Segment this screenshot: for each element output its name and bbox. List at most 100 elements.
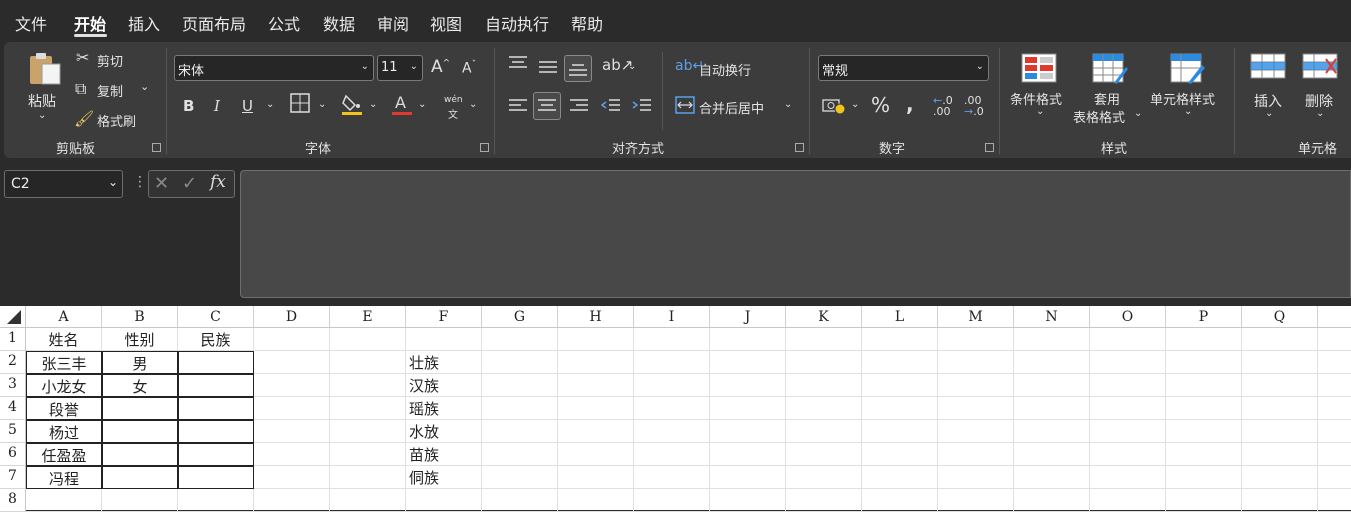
cell[interactable] <box>710 443 786 466</box>
menu-data[interactable]: 数据 <box>323 11 355 35</box>
column-header[interactable]: E <box>330 306 406 328</box>
cell[interactable] <box>330 328 406 351</box>
cell[interactable] <box>786 397 862 420</box>
cell[interactable] <box>482 374 558 397</box>
menu-view[interactable]: 视图 <box>430 11 462 35</box>
column-header[interactable]: H <box>558 306 634 328</box>
cell[interactable] <box>178 397 254 420</box>
cell[interactable]: 杨过 <box>26 420 102 443</box>
cell[interactable] <box>1242 351 1318 374</box>
cell[interactable] <box>1090 443 1166 466</box>
cell[interactable] <box>254 443 330 466</box>
menu-home[interactable]: 开始 <box>74 11 106 35</box>
cell[interactable] <box>1014 466 1090 489</box>
cell[interactable] <box>254 420 330 443</box>
bold-icon[interactable]: B <box>183 97 194 115</box>
cell[interactable] <box>862 397 938 420</box>
cell[interactable] <box>862 420 938 443</box>
column-header[interactable]: A <box>26 306 102 328</box>
cell[interactable]: 男 <box>102 351 178 374</box>
column-header[interactable]: Q <box>1242 306 1318 328</box>
insert-chevron-icon[interactable]: ⌄ <box>1265 108 1273 119</box>
cell[interactable]: 任盈盈 <box>26 443 102 466</box>
cell[interactable] <box>1014 374 1090 397</box>
cell[interactable] <box>1014 397 1090 420</box>
cell[interactable] <box>482 397 558 420</box>
cell[interactable]: 女 <box>102 374 178 397</box>
cell[interactable] <box>1242 489 1318 512</box>
cell[interactable] <box>1090 351 1166 374</box>
align-middle-icon[interactable] <box>538 60 558 80</box>
currency-icon[interactable] <box>822 97 846 119</box>
cell[interactable] <box>482 466 558 489</box>
column-header[interactable]: P <box>1166 306 1242 328</box>
wrap-text-button[interactable]: 自动换行 <box>699 60 751 79</box>
cell[interactable] <box>330 443 406 466</box>
cell[interactable] <box>1166 374 1242 397</box>
copy-chevron-icon[interactable]: ⌄ <box>140 80 149 93</box>
cell[interactable]: 侗族 <box>406 466 482 489</box>
cell[interactable] <box>254 328 330 351</box>
cell[interactable] <box>1166 397 1242 420</box>
cell[interactable] <box>558 420 634 443</box>
cell[interactable] <box>178 374 254 397</box>
cell-styles-button[interactable]: 单元格样式 <box>1150 89 1215 108</box>
column-header[interactable]: O <box>1090 306 1166 328</box>
phonetic-guide-icon[interactable]: wén <box>444 95 463 105</box>
cell[interactable] <box>938 351 1014 374</box>
cell-styles-icon[interactable] <box>1170 53 1206 89</box>
cell[interactable] <box>634 443 710 466</box>
clipboard-launcher-icon[interactable] <box>152 143 161 152</box>
merge-center-icon[interactable] <box>675 96 695 118</box>
cell[interactable] <box>330 397 406 420</box>
more-options-icon[interactable]: ⋮ <box>133 174 147 190</box>
menu-help[interactable]: 帮助 <box>571 11 603 35</box>
font-size-select[interactable]: 11 ⌄ <box>377 55 423 81</box>
cell[interactable] <box>330 420 406 443</box>
font-color-icon[interactable]: A <box>391 92 413 120</box>
cell[interactable] <box>786 466 862 489</box>
column-header[interactable]: J <box>710 306 786 328</box>
format-as-table-icon[interactable] <box>1092 53 1128 89</box>
cell[interactable]: 张三丰 <box>26 351 102 374</box>
cell[interactable] <box>1090 397 1166 420</box>
currency-chevron-icon[interactable]: ⌄ <box>851 99 859 110</box>
cell[interactable] <box>710 466 786 489</box>
cell[interactable] <box>862 374 938 397</box>
cell[interactable] <box>1242 397 1318 420</box>
cell[interactable] <box>862 466 938 489</box>
cell[interactable]: 水放 <box>406 420 482 443</box>
cell[interactable] <box>710 489 786 512</box>
cell[interactable] <box>938 443 1014 466</box>
format-painter-icon[interactable]: 🖌 <box>74 109 94 128</box>
cell[interactable] <box>634 466 710 489</box>
cell[interactable] <box>482 420 558 443</box>
increase-decimal-icon[interactable]: ←.0.00 <box>933 95 953 117</box>
cell[interactable] <box>26 489 102 512</box>
cell[interactable]: 瑶族 <box>406 397 482 420</box>
cell[interactable] <box>786 443 862 466</box>
cell[interactable] <box>1090 374 1166 397</box>
format-as-table-button[interactable]: 表格格式 <box>1073 107 1125 126</box>
decrease-indent-icon[interactable] <box>600 98 621 118</box>
cell[interactable] <box>1166 328 1242 351</box>
cell-styles-chevron-icon[interactable]: ⌄ <box>1184 106 1192 117</box>
cell[interactable] <box>634 374 710 397</box>
format-painter-button[interactable]: 格式刷 <box>97 111 136 130</box>
cell[interactable] <box>558 466 634 489</box>
cell[interactable] <box>482 328 558 351</box>
cell[interactable] <box>330 489 406 512</box>
row-header[interactable]: 1 <box>0 328 26 351</box>
paste-chevron-icon[interactable]: ⌄ <box>38 110 46 121</box>
number-format-select[interactable]: 常规 ⌄ <box>818 55 989 81</box>
copy-icon[interactable]: ⧉ <box>75 79 86 99</box>
column-header[interactable]: C <box>178 306 254 328</box>
cell[interactable] <box>786 374 862 397</box>
cell[interactable] <box>558 489 634 512</box>
row-header[interactable]: 7 <box>0 466 26 489</box>
borders-chevron-icon[interactable]: ⌄ <box>318 99 326 110</box>
cell[interactable] <box>482 443 558 466</box>
cell[interactable] <box>254 466 330 489</box>
conditional-format-icon[interactable] <box>1021 53 1057 87</box>
cell[interactable] <box>634 397 710 420</box>
